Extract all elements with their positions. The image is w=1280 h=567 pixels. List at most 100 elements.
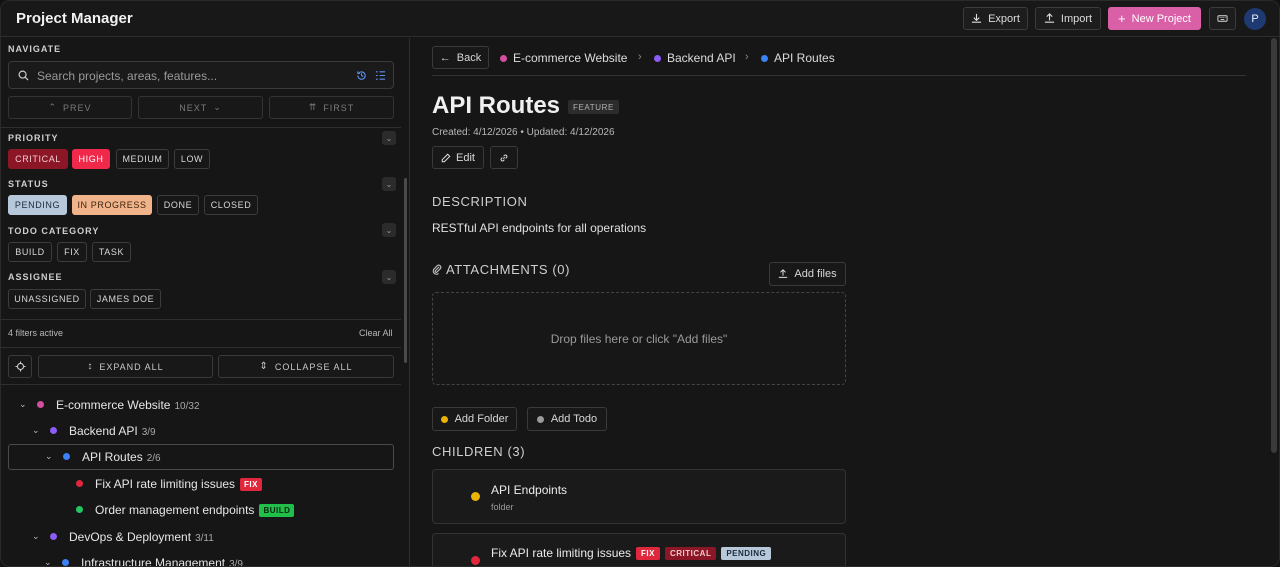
category-tag: BUILD [259, 504, 295, 517]
filters-active-count: 4 filters active [8, 328, 64, 338]
color-dot [50, 427, 57, 434]
sidebar: NAVIGATE Search projects, areas, feature… [1, 38, 410, 566]
priority-tag: CRITICAL [665, 547, 717, 560]
add-files-label: Add files [794, 268, 837, 280]
category-chip-task[interactable]: TASK [92, 242, 131, 262]
todo-dot-icon [471, 556, 480, 565]
priority-chip-critical[interactable]: CRITICAL [8, 149, 68, 169]
pencil-icon [441, 153, 451, 162]
crosshair-icon [14, 361, 26, 372]
tree-item-label: Infrastructure Management 3/9 [81, 556, 243, 566]
next-button[interactable]: NEXT ⌄ [138, 96, 263, 119]
chevron-down-icon: ⌄ [213, 102, 222, 112]
category-chip-build[interactable]: BUILD [8, 242, 52, 262]
history-icon[interactable] [356, 70, 367, 81]
assignee-chip-unassigned[interactable]: UNASSIGNED [8, 289, 86, 309]
add-todo-label: Add Todo [550, 413, 598, 425]
locate-button[interactable] [8, 355, 32, 378]
plus-icon: + [1118, 11, 1126, 26]
color-dot [63, 453, 70, 460]
add-todo-button[interactable]: Add Todo [527, 407, 607, 431]
first-label: FIRST [323, 102, 355, 113]
chevron-down-icon[interactable]: ⌄ [32, 425, 42, 435]
detail-scrollbar[interactable] [1271, 38, 1277, 453]
sidebar-scrollbar[interactable] [404, 178, 407, 363]
back-button[interactable]: ← Back [432, 46, 489, 69]
back-label: Back [456, 51, 482, 64]
priority-heading: PRIORITY [8, 133, 59, 143]
color-dot [62, 559, 69, 566]
new-project-button[interactable]: + New Project [1108, 7, 1201, 30]
priority-chip-medium[interactable]: MEDIUM [116, 149, 169, 169]
tree-item-area[interactable]: ⌄ Backend API 3/9 [8, 418, 394, 444]
expand-all-button[interactable]: ↕ EXPAND ALL [38, 355, 213, 378]
import-label: Import [1060, 12, 1093, 25]
status-chip-in-progress[interactable]: IN PROGRESS [72, 195, 152, 215]
tree-item-count: 3/11 [195, 533, 214, 544]
status-chip-done[interactable]: DONE [157, 195, 199, 215]
search-input[interactable]: Search projects, areas, features... [8, 61, 394, 89]
tree-item-project[interactable]: ⌄ E-commerce Website 10/32 [8, 392, 394, 418]
breadcrumb-label: Backend API [667, 51, 736, 65]
copy-link-button[interactable] [490, 146, 518, 169]
add-folder-button[interactable]: Add Folder [432, 407, 517, 431]
tree-item-todo[interactable]: Order management endpoints BUILD [8, 497, 394, 523]
tree-item-count: 2/6 [146, 453, 161, 464]
prev-button[interactable]: ⌃ PREV [8, 96, 132, 119]
file-dropzone[interactable]: Drop files here or click "Add files" [432, 292, 846, 385]
timestamps: Created: 4/12/2026 • Updated: 4/12/2026 [432, 127, 615, 138]
chevron-down-icon: ⌄ [385, 179, 393, 189]
color-dot [761, 54, 768, 62]
type-badge: FEATURE [568, 100, 619, 114]
chevron-down-icon[interactable]: ⌄ [32, 531, 42, 541]
priority-collapse-button[interactable]: ⌄ [382, 131, 396, 145]
priority-chip-low[interactable]: LOW [174, 149, 210, 169]
breadcrumb-area[interactable]: Backend API [654, 51, 736, 65]
chevron-down-icon[interactable]: ⌄ [19, 399, 29, 409]
tree-item-feature-selected[interactable]: ⌄ API Routes 2/6 [8, 444, 394, 470]
download-icon [972, 13, 982, 23]
collapse-all-button[interactable]: ⇕ COLLAPSE ALL [218, 355, 394, 378]
tree-item-count: 10/32 [174, 401, 200, 412]
navigate-heading: NAVIGATE [8, 44, 62, 54]
breadcrumb-project[interactable]: E-commerce Website [500, 51, 627, 65]
todo-category-collapse-button[interactable]: ⌄ [382, 223, 396, 237]
add-files-button[interactable]: Add files [769, 262, 846, 286]
first-button[interactable]: ⇈ FIRST [269, 96, 394, 119]
tree-item-area[interactable]: ⌄ DevOps & Deployment 3/11 [8, 524, 394, 550]
tree-item-todo[interactable]: Fix API rate limiting issues FIX [8, 471, 394, 497]
priority-chip-high[interactable]: HIGH [72, 149, 110, 169]
avatar[interactable]: P [1244, 8, 1266, 30]
assignee-collapse-button[interactable]: ⌄ [382, 270, 396, 284]
chevron-down-icon[interactable]: ⌄ [44, 557, 54, 566]
clear-all-link[interactable]: Clear All [359, 328, 393, 338]
chevrons-up-icon: ⇈ [308, 102, 318, 112]
color-dot [500, 54, 507, 62]
paperclip-icon [432, 264, 442, 275]
collapse-icon: ⇕ [259, 361, 269, 372]
chevron-down-icon[interactable]: ⌄ [45, 451, 55, 461]
import-button[interactable]: Import [1035, 7, 1101, 30]
child-name-row: Fix API rate limiting issues FIX CRITICAL P… [491, 546, 772, 560]
next-label: NEXT [179, 102, 208, 113]
breadcrumb-feature[interactable]: API Routes [761, 51, 835, 65]
status-collapse-button[interactable]: ⌄ [382, 177, 396, 191]
color-dot [37, 401, 44, 408]
list-filter-icon[interactable] [375, 70, 386, 81]
description-text: RESTful API endpoints for all operations [432, 221, 647, 235]
keyboard-shortcuts-button[interactable] [1209, 7, 1236, 30]
description-heading: DESCRIPTION [432, 194, 528, 209]
tree-item-feature[interactable]: ⌄ Infrastructure Management 3/9 [8, 550, 394, 566]
export-button[interactable]: Export [963, 7, 1028, 30]
status-heading: STATUS [8, 179, 49, 189]
assignee-chip-james-doe[interactable]: JAMES DOE [90, 289, 161, 309]
category-chip-fix[interactable]: FIX [57, 242, 87, 262]
child-card[interactable]: Fix API rate limiting issues FIX CRITICAL P… [432, 533, 846, 566]
child-card[interactable]: API Endpoints folder [432, 469, 846, 524]
edit-label: Edit [456, 151, 475, 164]
chevron-up-icon: ⌃ [48, 102, 58, 112]
status-chip-pending[interactable]: PENDING [8, 195, 67, 215]
edit-button[interactable]: Edit [432, 146, 484, 169]
upload-icon [779, 269, 788, 278]
status-chip-closed[interactable]: CLOSED [204, 195, 258, 215]
